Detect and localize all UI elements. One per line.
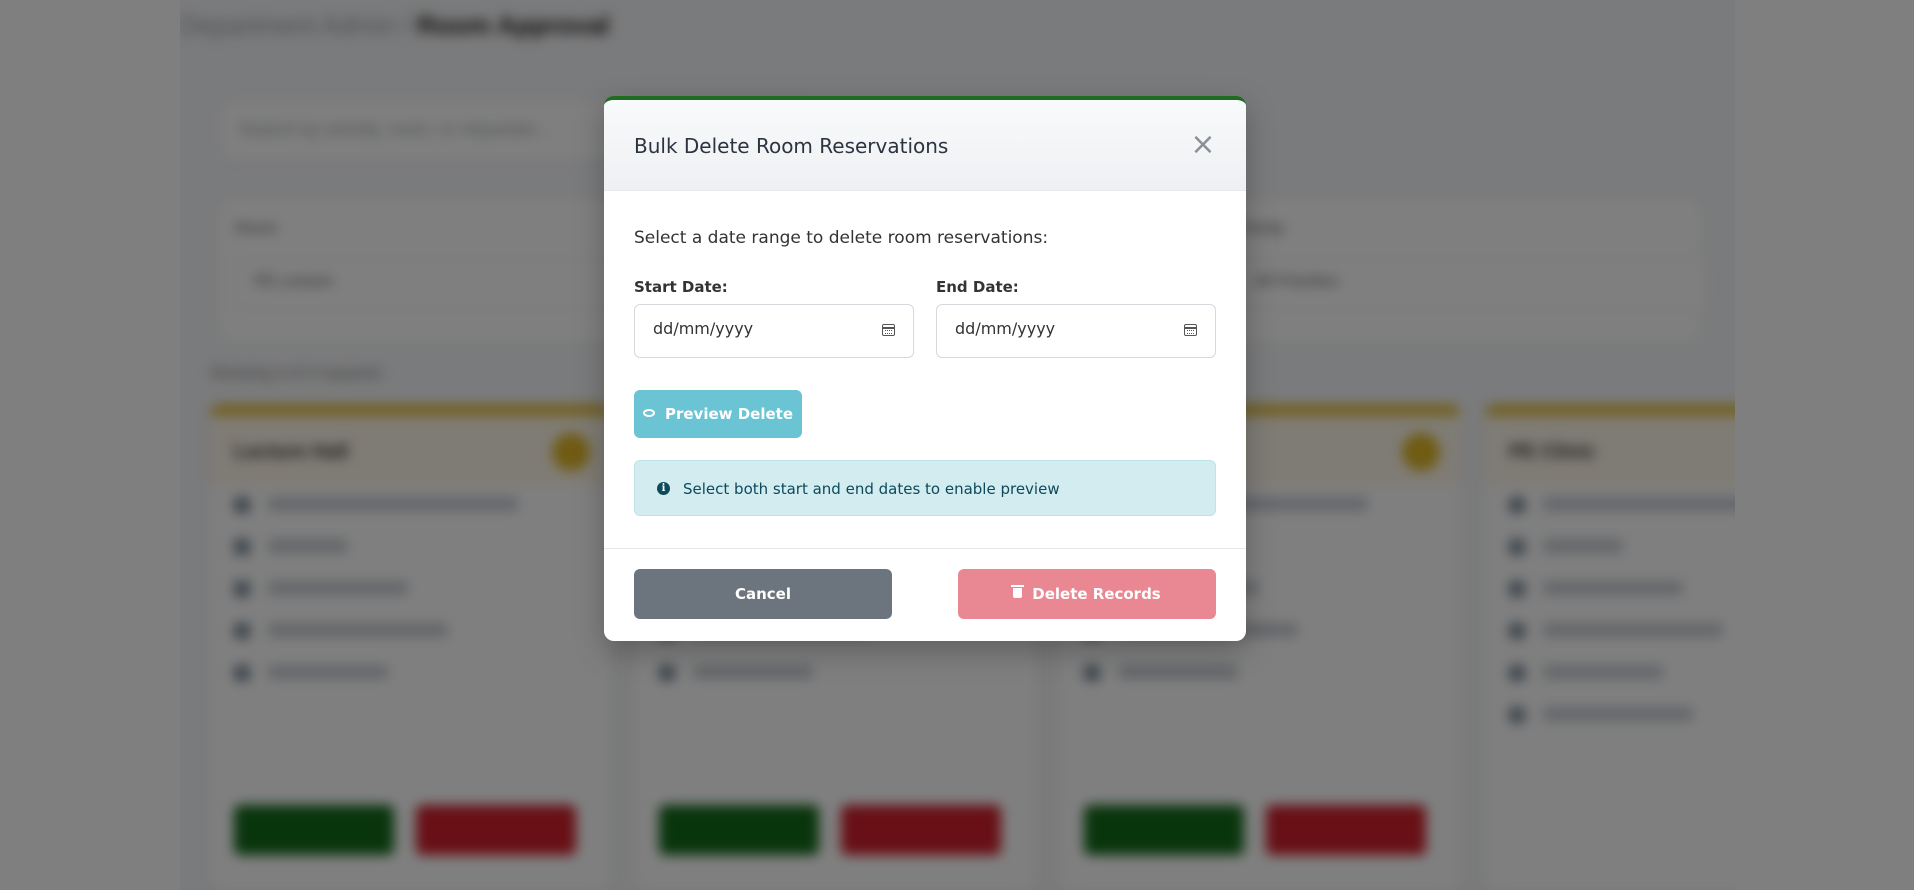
modal-title: Bulk Delete Room Reservations xyxy=(634,134,949,158)
info-alert-text: Select both start and end dates to enabl… xyxy=(683,480,1060,498)
eye-icon xyxy=(642,408,655,417)
end-date-input[interactable] xyxy=(955,319,1155,338)
info-circle-icon: i xyxy=(657,482,670,495)
cancel-button[interactable]: Cancel xyxy=(634,569,892,619)
start-date-input[interactable] xyxy=(653,319,853,338)
bulk-delete-modal: Bulk Delete Room Reservations × Select a… xyxy=(604,96,1246,641)
preview-delete-label: Preview Delete xyxy=(664,405,794,423)
info-alert: i Select both start and end dates to ena… xyxy=(634,460,1216,516)
preview-delete-button[interactable]: Preview Delete xyxy=(634,390,802,438)
end-date-group: End Date: xyxy=(936,278,1216,358)
delete-records-button[interactable]: Delete Records xyxy=(958,569,1216,619)
end-date-field[interactable] xyxy=(936,304,1216,358)
start-date-field[interactable] xyxy=(634,304,914,358)
close-icon[interactable]: × xyxy=(1190,130,1216,160)
start-date-label: Start Date: xyxy=(634,278,728,296)
end-date-label: End Date: xyxy=(936,278,1019,296)
modal-footer: Cancel Delete Records xyxy=(604,548,1246,641)
delete-records-label: Delete Records xyxy=(1032,585,1161,603)
trash-icon xyxy=(1011,584,1025,598)
modal-header: Bulk Delete Room Reservations × xyxy=(604,100,1246,191)
modal-intro: Select a date range to delete room reser… xyxy=(634,228,1049,248)
start-date-group: Start Date: xyxy=(634,278,914,358)
calendar-icon[interactable] xyxy=(882,324,895,336)
calendar-icon[interactable] xyxy=(1184,324,1197,336)
modal-body: Select a date range to delete room reser… xyxy=(634,228,1216,516)
